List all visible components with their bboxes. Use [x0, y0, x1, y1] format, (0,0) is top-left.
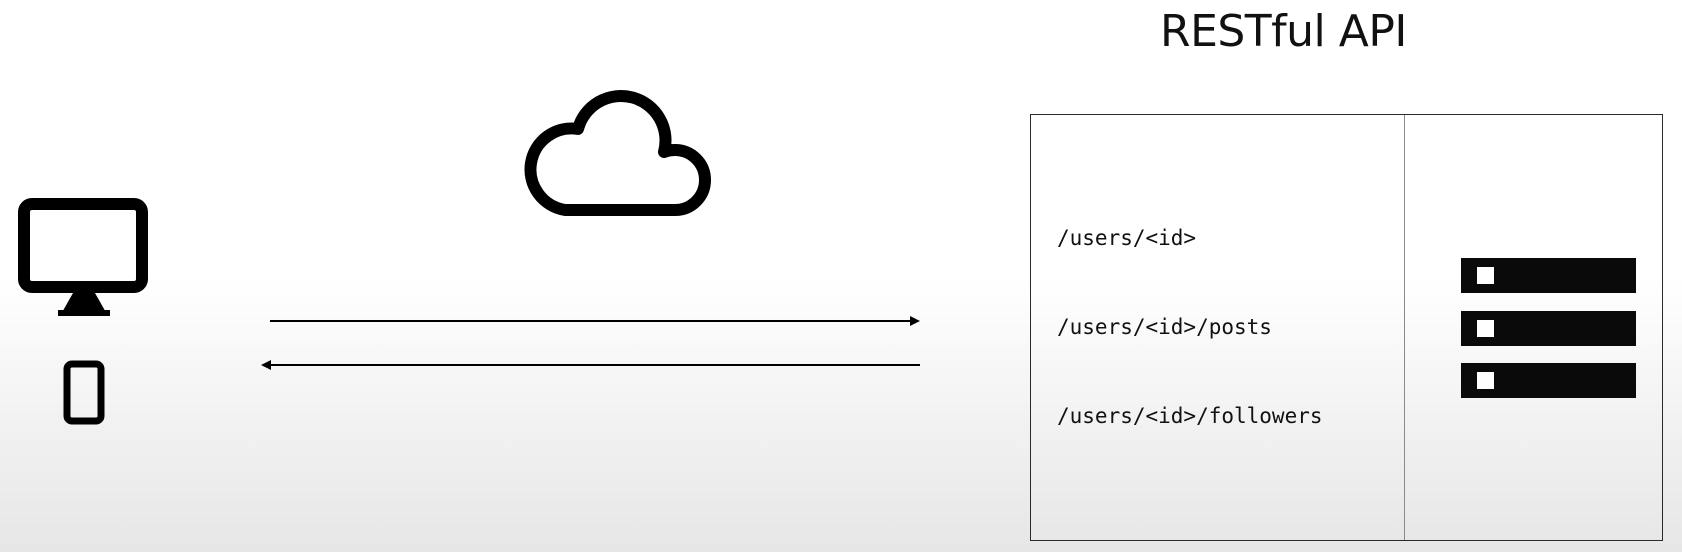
server-led [1477, 267, 1494, 284]
smartphone-icon [63, 360, 105, 425]
server-led [1477, 320, 1494, 337]
server-led [1477, 372, 1494, 389]
server-rack-icon [1461, 363, 1636, 398]
route-user-followers: /users/<id>/followers [1057, 404, 1323, 428]
request-arrow [270, 316, 920, 326]
restful-api-box: /users/<id> /users/<id>/posts /users/<id… [1030, 114, 1663, 541]
api-divider [1404, 115, 1405, 540]
server-rack-icon [1461, 311, 1636, 346]
route-user-posts: /users/<id>/posts [1057, 315, 1272, 339]
server-rack-icon [1461, 258, 1636, 293]
route-user: /users/<id> [1057, 226, 1197, 250]
desktop-monitor-icon [18, 198, 148, 316]
response-arrow [261, 360, 920, 370]
cloud-icon [524, 90, 711, 216]
